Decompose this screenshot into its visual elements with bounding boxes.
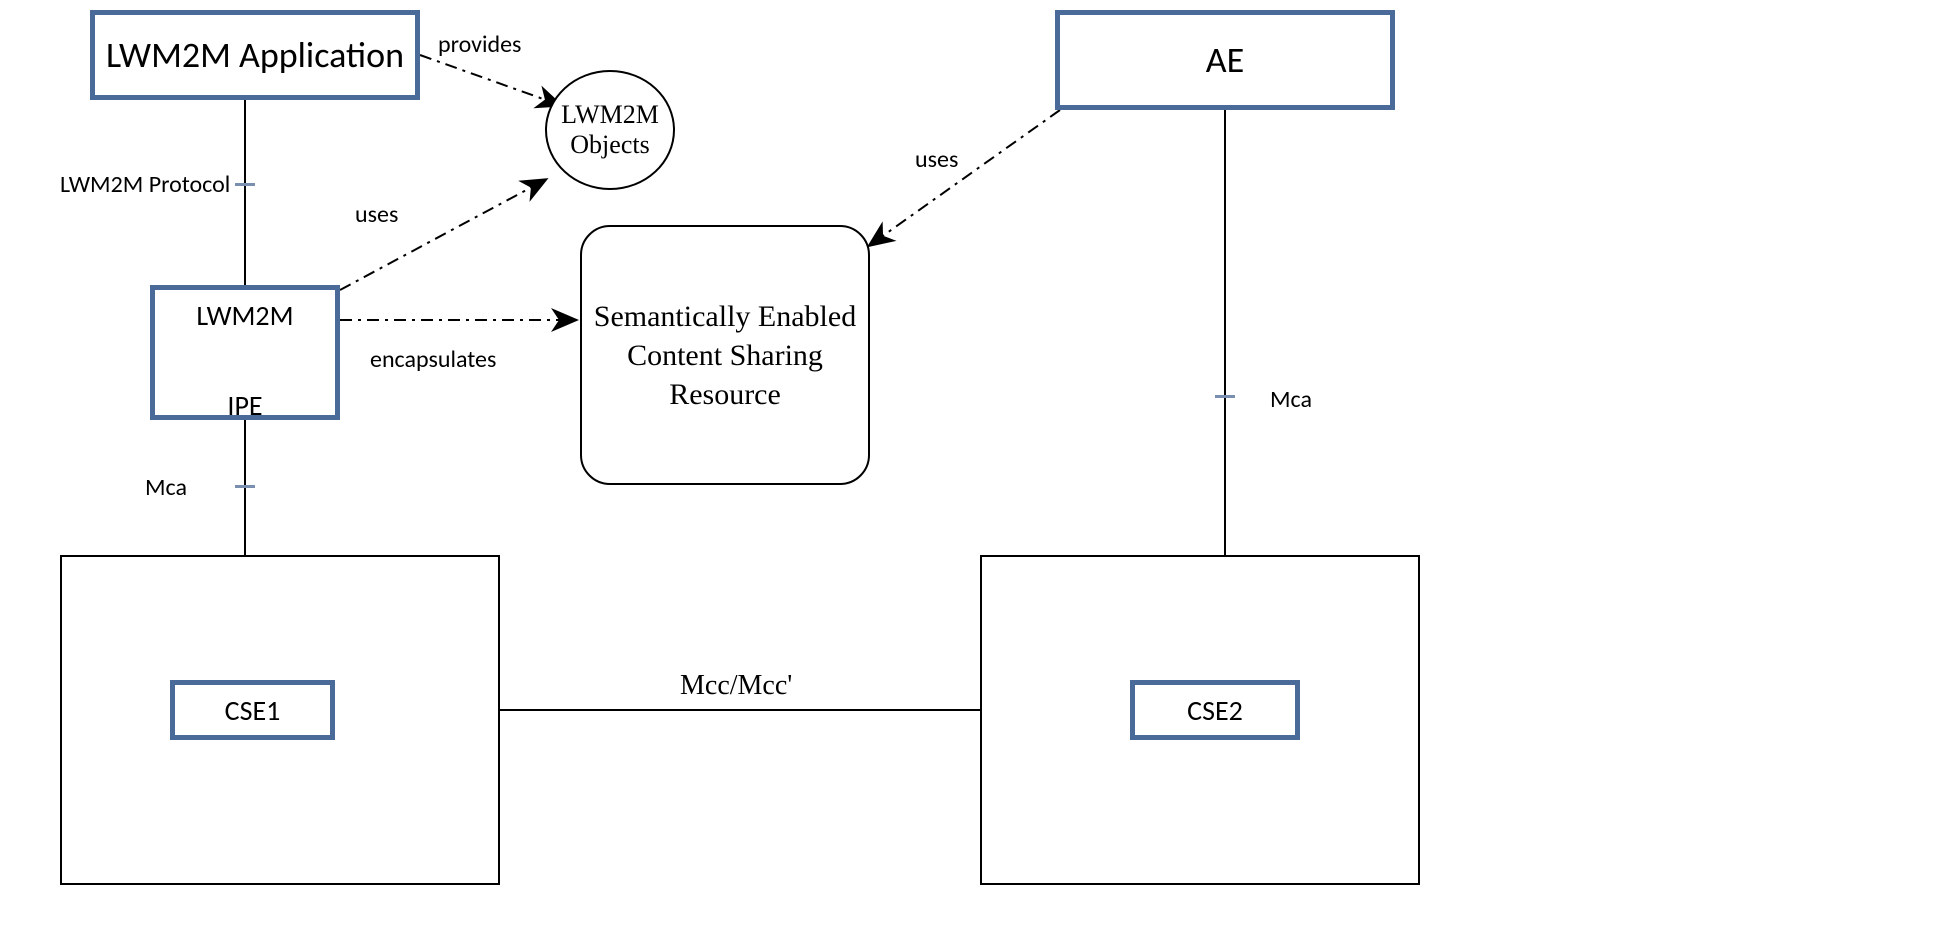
semantic-resource-node: Semantically Enabled Content Sharing Res… [580, 225, 870, 485]
ae-label: AE [1206, 38, 1244, 82]
cse2-label: CSE2 [1187, 693, 1243, 728]
lwm2m-application-label: LWM2M Application [106, 33, 404, 77]
lwm2m-application-node: LWM2M Application [90, 10, 420, 100]
lwm2m-ipe-label-bottom: IPE [155, 388, 335, 423]
mca-right-label: Mca [1270, 385, 1312, 414]
ae-node: AE [1055, 10, 1395, 110]
tick-mca-right [1215, 395, 1235, 398]
cse2-node: CSE2 [1130, 680, 1300, 740]
cse1-node: CSE1 [170, 680, 335, 740]
tick-protocol [235, 183, 255, 186]
uses-left-label: uses [355, 200, 398, 229]
lwm2m-objects-label: LWM2M Objects [547, 100, 673, 160]
lwm2m-protocol-label: LWM2M Protocol [60, 170, 230, 199]
encapsulates-label: encapsulates [370, 345, 496, 374]
uses-right-label: uses [915, 145, 958, 174]
semantic-resource-label: Semantically Enabled Content Sharing Res… [582, 297, 868, 414]
mca-left-label: Mca [145, 473, 187, 502]
lwm2m-objects-node: LWM2M Objects [545, 70, 675, 190]
lwm2m-ipe-label-top: LWM2M [155, 298, 335, 333]
mcc-label: Mcc/Mcc' [680, 670, 792, 702]
provides-label: provides [438, 30, 521, 59]
lwm2m-ipe-node: LWM2M IPE [150, 285, 340, 420]
cse1-label: CSE1 [225, 693, 281, 728]
tick-mca-left [235, 485, 255, 488]
